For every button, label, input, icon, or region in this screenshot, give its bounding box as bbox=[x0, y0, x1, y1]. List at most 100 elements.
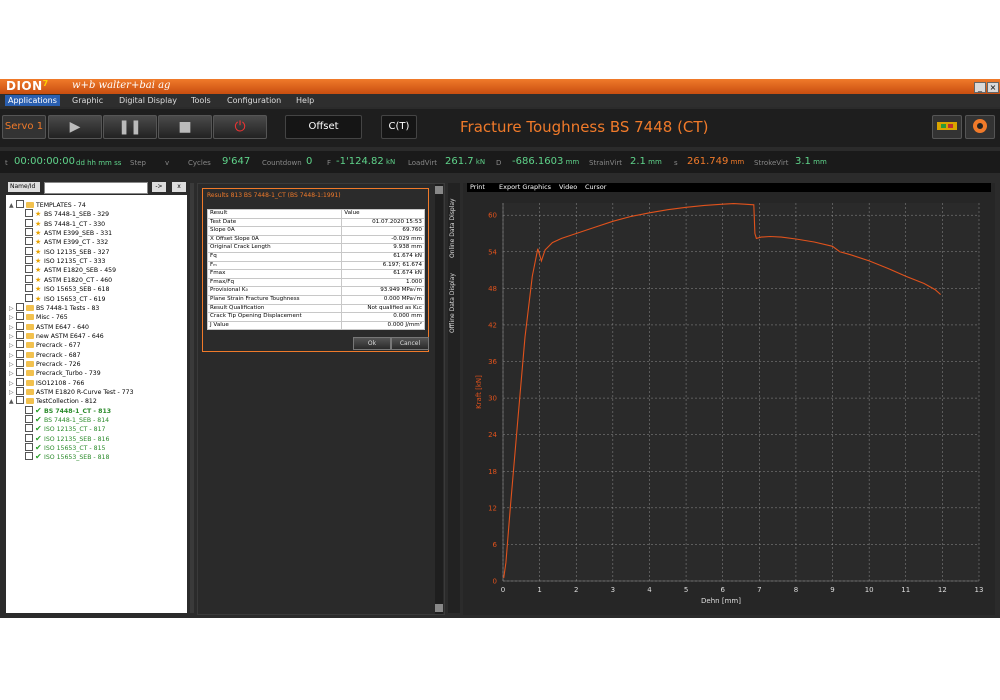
tree-item[interactable]: ✔ BS 7448-1_SEB - 814 bbox=[25, 415, 109, 424]
tree-folder[interactable]: ▷ BS 7448-1 Tests - 83 bbox=[9, 302, 99, 312]
tree-checkbox[interactable] bbox=[25, 293, 33, 302]
tree-checkbox[interactable] bbox=[25, 443, 33, 452]
name-filter-input[interactable] bbox=[44, 182, 148, 194]
tree-folder[interactable]: ▷ new ASTM E647 - 646 bbox=[9, 330, 104, 340]
results-row[interactable]: Slope 0A 69.760 bbox=[206, 226, 425, 236]
results-row[interactable]: Result Qualification Not qualified as K₁c bbox=[206, 303, 425, 314]
tab-online-data-display[interactable]: Online Data Display bbox=[449, 198, 456, 258]
tree-checkbox[interactable] bbox=[25, 433, 33, 442]
tree-item[interactable]: ★ BS 7448-1_SEB - 329 bbox=[25, 209, 109, 218]
tree-folder[interactable]: ▷ ASTM E1820 R-Curve Test - 773 bbox=[9, 387, 134, 396]
tree-item[interactable]: ✔ ISO 12135_SEB - 816 bbox=[25, 433, 109, 443]
menu-applications[interactable]: Applications bbox=[5, 95, 60, 106]
filter-clear-button[interactable]: x bbox=[172, 182, 186, 192]
tree-item[interactable]: ★ ASTM E1820_SEB - 459 bbox=[25, 265, 116, 274]
tree-item[interactable]: ★ ASTM E399_SEB - 331 bbox=[25, 228, 112, 237]
tree-item[interactable]: ★ ASTM E1820_CT - 460 bbox=[25, 274, 112, 284]
tree-checkbox[interactable] bbox=[16, 387, 24, 395]
offset-button[interactable]: Offset bbox=[285, 115, 362, 139]
results-row[interactable]: X Offset Slope 0A -0.029 mm bbox=[206, 234, 425, 245]
menu-configuration[interactable]: Configuration bbox=[224, 95, 284, 106]
menu-digital-display[interactable]: Digital Display bbox=[116, 95, 180, 106]
tree-checkbox[interactable] bbox=[25, 228, 33, 237]
tree-folder[interactable]: ▲ TEMPLATES - 74 bbox=[9, 200, 86, 209]
tree-checkbox[interactable] bbox=[16, 302, 24, 311]
pause-button[interactable]: ❚❚ bbox=[103, 115, 157, 139]
tree-item[interactable]: ✔ ISO 15653_SEB - 818 bbox=[25, 452, 109, 461]
tree-item[interactable]: ✔ ISO 15653_CT - 815 bbox=[25, 443, 105, 452]
left-splitter[interactable] bbox=[190, 183, 194, 613]
tree-folder[interactable]: ▷ Misc - 765 bbox=[9, 312, 68, 321]
chart-print[interactable]: Print bbox=[470, 183, 485, 192]
results-row[interactable]: Fmax/Fq 1.000 bbox=[206, 277, 425, 288]
power-button[interactable]: ⏻ bbox=[213, 115, 267, 139]
tree-checkbox[interactable] bbox=[16, 349, 24, 358]
results-row[interactable]: Original Crack Length 9.938 mm bbox=[206, 243, 425, 253]
tree-checkbox[interactable] bbox=[16, 330, 24, 339]
tree-item[interactable]: ★ ISO 12135_CT - 333 bbox=[25, 256, 105, 265]
tree-item[interactable]: ★ BS 7448-1_CT - 330 bbox=[25, 218, 105, 228]
menu-help[interactable]: Help bbox=[293, 95, 317, 106]
tree-checkbox[interactable] bbox=[16, 358, 24, 367]
tree-folder[interactable]: ▷ ISO12108 - 766 bbox=[9, 377, 84, 387]
servo-selector[interactable]: Servo 1 bbox=[2, 115, 46, 139]
tree-checkbox[interactable] bbox=[25, 237, 33, 246]
tree-checkbox[interactable] bbox=[25, 452, 33, 461]
results-row[interactable]: Fₘ 6.197; 61.674 bbox=[206, 260, 425, 271]
tree-checkbox[interactable] bbox=[16, 340, 24, 349]
chart-cursor[interactable]: Cursor bbox=[585, 183, 606, 192]
tree-item[interactable]: ★ ISO 12135_SEB - 327 bbox=[25, 246, 109, 256]
chart-video[interactable]: Video bbox=[559, 183, 577, 192]
scroll-down-button[interactable] bbox=[435, 604, 443, 612]
chart-export-graphics[interactable]: Export Graphics bbox=[499, 183, 551, 192]
tree-checkbox[interactable] bbox=[25, 218, 33, 227]
tree-folder[interactable]: ▷ Precrack - 687 bbox=[9, 349, 81, 359]
tree-item[interactable]: ★ ASTM E399_CT - 332 bbox=[25, 237, 108, 246]
tree-checkbox[interactable] bbox=[25, 256, 33, 265]
results-row[interactable]: Provisional K₀ 93.949 MPa√m bbox=[206, 286, 425, 296]
tree-checkbox[interactable] bbox=[16, 368, 24, 377]
scroll-up-button[interactable] bbox=[435, 186, 443, 194]
ok-button[interactable]: Ok bbox=[353, 337, 391, 350]
tree-checkbox[interactable] bbox=[25, 274, 33, 283]
results-row[interactable]: Fmax 61.674 kN bbox=[206, 269, 425, 279]
results-row[interactable]: Fq 61.674 kN bbox=[206, 251, 425, 262]
tree-checkbox[interactable] bbox=[25, 415, 33, 424]
results-scrollbar[interactable] bbox=[435, 184, 443, 614]
minimize-button[interactable]: _ bbox=[974, 82, 986, 93]
results-row[interactable]: Test Date 01.07.2020 15:53 bbox=[206, 217, 425, 228]
device-status-button[interactable] bbox=[932, 115, 962, 139]
tree-checkbox[interactable] bbox=[16, 396, 24, 405]
specimen-type-button[interactable]: C(T) bbox=[381, 115, 417, 139]
tab-offline-data-display[interactable]: Offline Data Display bbox=[449, 273, 456, 333]
tree-checkbox[interactable] bbox=[25, 284, 33, 293]
menu-tools[interactable]: Tools bbox=[188, 95, 214, 106]
tree-checkbox[interactable] bbox=[25, 209, 33, 218]
results-row[interactable]: J Value 0.000 J/mm² bbox=[206, 320, 425, 331]
play-button[interactable]: ▶ bbox=[48, 115, 102, 139]
tree-checkbox[interactable] bbox=[25, 424, 33, 433]
tree-checkbox[interactable] bbox=[16, 377, 24, 386]
tree-checkbox[interactable] bbox=[25, 405, 33, 414]
tree-folder[interactable]: ▷ Precrack - 726 bbox=[9, 358, 81, 368]
menu-graphic[interactable]: Graphic bbox=[69, 95, 106, 106]
filter-go-button[interactable]: -> bbox=[152, 182, 166, 192]
tree-checkbox[interactable] bbox=[16, 200, 24, 208]
record-button[interactable] bbox=[965, 115, 995, 139]
tree-folder[interactable]: ▷ Precrack - 677 bbox=[9, 340, 81, 349]
tree-folder[interactable]: ▲ TestCollection - 812 bbox=[9, 396, 97, 405]
results-row[interactable]: Plane Strain Fracture Toughness 0.000 MPa… bbox=[206, 294, 425, 305]
expander-icon[interactable]: ▲ bbox=[9, 397, 16, 406]
tree-item[interactable]: ★ ISO 15653_CT - 619 bbox=[25, 293, 105, 303]
results-row[interactable]: Crack Tip Opening Displacement 0.000 mm bbox=[206, 312, 425, 322]
stop-button[interactable]: ■ bbox=[158, 115, 212, 139]
tree-item[interactable]: ✔ BS 7448-1_CT - 813 bbox=[25, 405, 111, 415]
tree-checkbox[interactable] bbox=[16, 321, 24, 330]
expander-icon[interactable]: ▲ bbox=[9, 201, 16, 210]
tree-item[interactable]: ★ ISO 15653_SEB - 618 bbox=[25, 284, 109, 293]
close-button[interactable]: × bbox=[987, 82, 999, 93]
tree-checkbox[interactable] bbox=[25, 265, 33, 274]
tree-checkbox[interactable] bbox=[16, 312, 24, 321]
tree-folder[interactable]: ▷ Precrack_Turbo - 739 bbox=[9, 368, 101, 377]
tree-folder[interactable]: ▷ ASTM E647 - 640 bbox=[9, 321, 89, 331]
